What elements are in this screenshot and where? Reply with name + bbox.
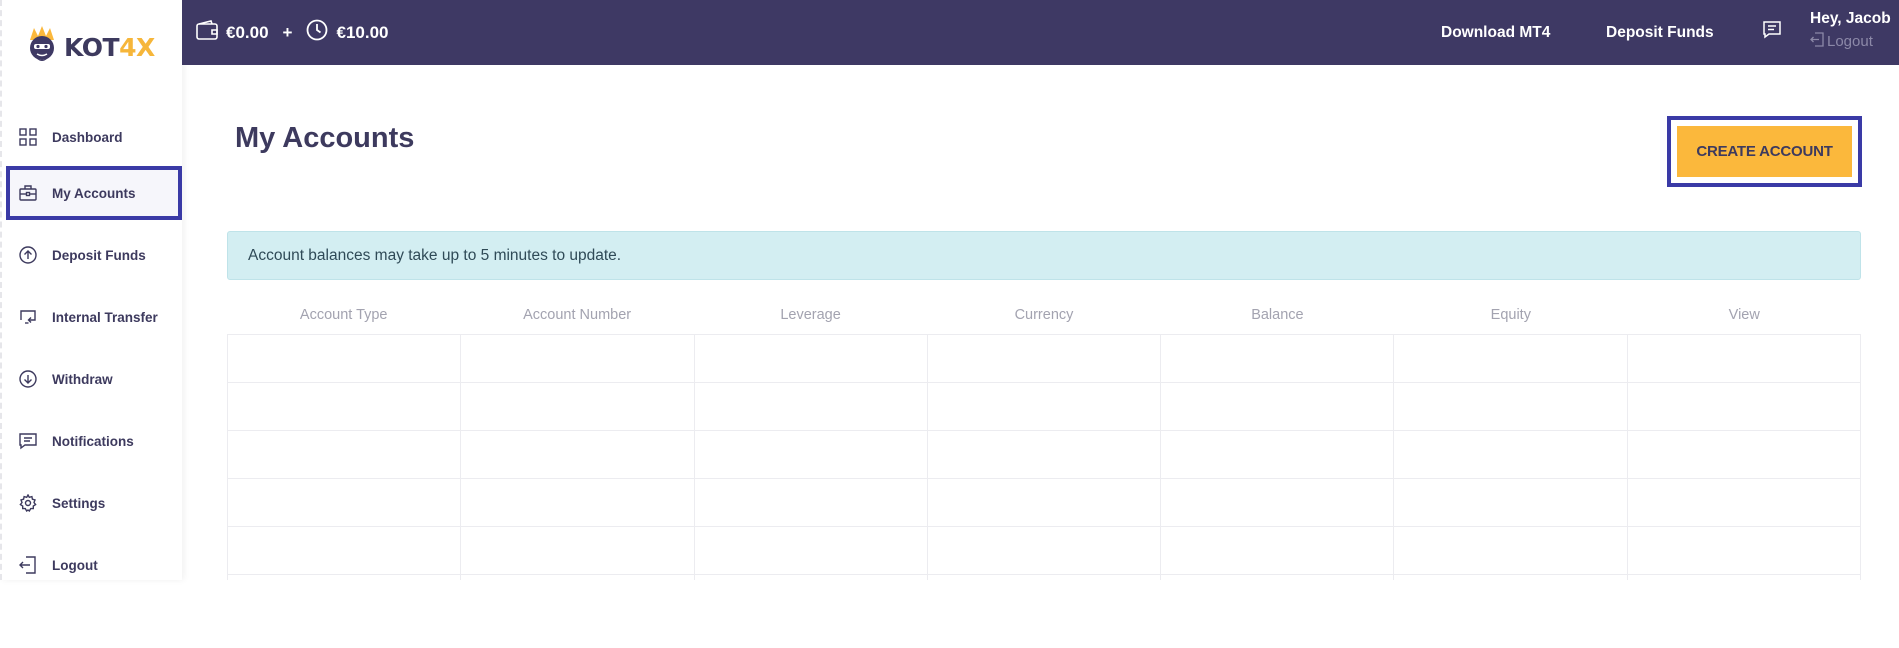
- create-account-highlight: CREATE ACCOUNT: [1667, 116, 1862, 187]
- column-header[interactable]: Account Type: [227, 307, 460, 323]
- sidebar-item-my-accounts[interactable]: My Accounts: [6, 166, 182, 220]
- clock-icon: [306, 19, 328, 46]
- brand-logo[interactable]: KOT4X: [24, 22, 155, 72]
- table-row: [227, 479, 1861, 527]
- sidebar-item-internal-transfer[interactable]: Internal Transfer: [6, 290, 182, 344]
- table-header: Account Type Account Number Leverage Cur…: [227, 296, 1861, 334]
- column-header[interactable]: View: [1628, 307, 1861, 323]
- top-logout-link[interactable]: Logout: [1810, 32, 1891, 51]
- sidebar-item-label: Withdraw: [52, 371, 113, 387]
- sidebar-item-label: My Accounts: [52, 185, 136, 201]
- user-greeting: Hey, Jacob: [1810, 10, 1891, 27]
- logo-mascot-icon: [24, 24, 60, 70]
- logout-icon: [1810, 32, 1824, 51]
- top-logout-label: Logout: [1827, 33, 1873, 50]
- sidebar-item-label: Logout: [52, 557, 98, 573]
- table-body-viewport: [227, 334, 1861, 580]
- sidebar-item-settings[interactable]: Settings: [6, 476, 182, 530]
- arrow-up-circle-icon: [18, 245, 38, 265]
- table-row: [227, 527, 1861, 575]
- sidebar-item-label: Deposit Funds: [52, 247, 146, 263]
- deposit-funds-link[interactable]: Deposit Funds: [1606, 0, 1714, 65]
- column-header[interactable]: Equity: [1394, 307, 1627, 323]
- sidebar-item-label: Dashboard: [52, 129, 123, 145]
- table-row: [227, 575, 1861, 580]
- sidebar-item-logout[interactable]: Logout: [6, 538, 182, 592]
- table-row: [227, 431, 1861, 479]
- logout-icon: [18, 555, 38, 575]
- sidebar-item-label: Settings: [52, 495, 106, 511]
- sidebar-item-label: Notifications: [52, 433, 134, 449]
- page-title: My Accounts: [235, 122, 415, 154]
- sidebar: KOT4X Dashboard My Accounts Deposit Fund…: [0, 0, 182, 580]
- message-icon: [18, 431, 38, 451]
- wallet-icon: [196, 20, 218, 45]
- sidebar-item-notifications[interactable]: Notifications: [6, 414, 182, 468]
- sidebar-item-deposit-funds[interactable]: Deposit Funds: [6, 228, 182, 282]
- column-header[interactable]: Balance: [1161, 307, 1394, 323]
- arrow-down-circle-icon: [18, 369, 38, 389]
- logo-text: KOT4X: [64, 32, 155, 62]
- table-row: [227, 383, 1861, 431]
- user-menu: Hey, Jacob Logout: [1810, 10, 1891, 51]
- create-account-button[interactable]: CREATE ACCOUNT: [1677, 126, 1852, 177]
- wallet-balance: €0.00: [226, 22, 269, 42]
- sidebar-item-dashboard[interactable]: Dashboard: [6, 110, 182, 164]
- table-body: [227, 334, 1861, 580]
- grid-icon: [18, 127, 38, 147]
- balance-plus: +: [282, 22, 293, 42]
- table-row: [227, 335, 1861, 383]
- briefcase-icon: [18, 183, 38, 203]
- download-mt4-link[interactable]: Download MT4: [1441, 0, 1550, 65]
- gear-icon: [18, 493, 38, 513]
- column-header[interactable]: Leverage: [694, 307, 927, 323]
- sidebar-item-label: Internal Transfer: [52, 309, 158, 325]
- transfer-icon: [18, 307, 38, 327]
- info-alert: Account balances may take up to 5 minute…: [227, 231, 1861, 280]
- chat-icon[interactable]: [1762, 20, 1784, 42]
- accounts-table: Account Type Account Number Leverage Cur…: [227, 296, 1861, 334]
- column-header[interactable]: Currency: [927, 307, 1160, 323]
- pending-balance: €10.00: [336, 22, 389, 42]
- balance-summary: €0.00 + €10.00: [196, 0, 388, 65]
- column-header[interactable]: Account Number: [460, 307, 693, 323]
- sidebar-item-withdraw[interactable]: Withdraw: [6, 352, 182, 406]
- top-bar: €0.00 + €10.00 Download MT4 Deposit Fund…: [182, 0, 1899, 65]
